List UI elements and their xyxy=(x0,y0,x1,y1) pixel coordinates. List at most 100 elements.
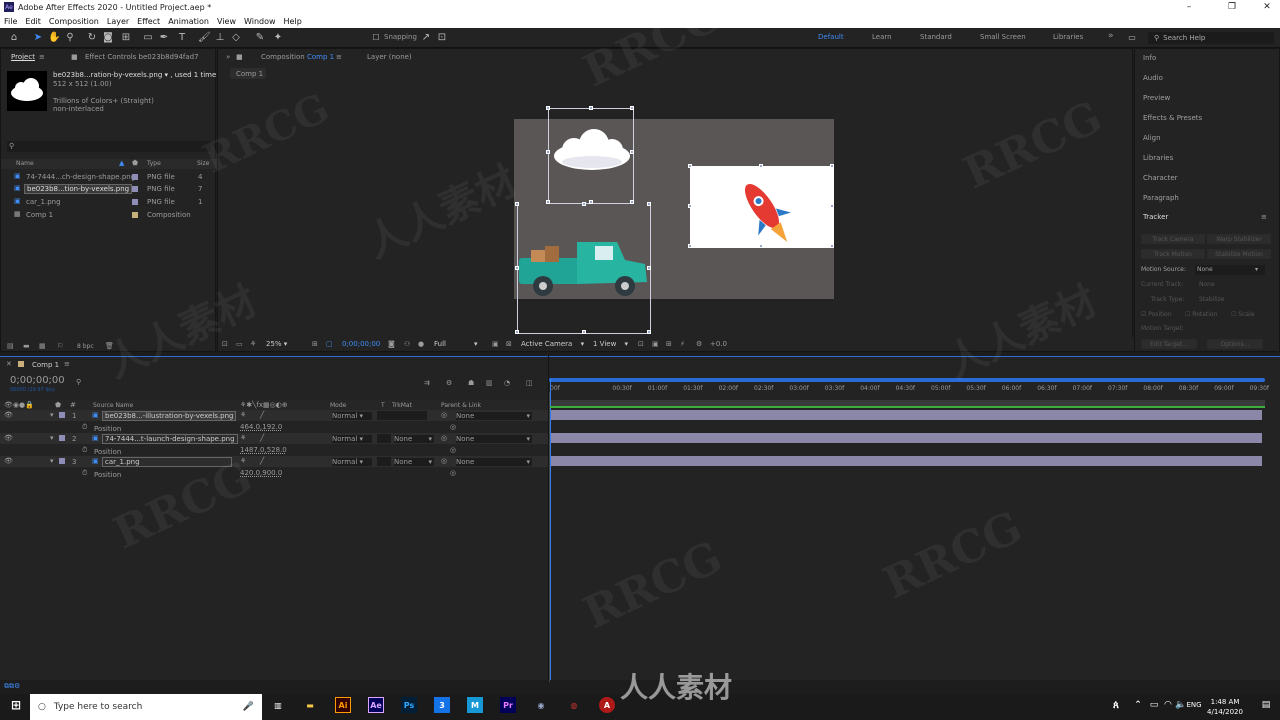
list-item[interactable]: ▣ car_1.png PNG file 1 xyxy=(1,196,217,208)
panel-preview[interactable]: Preview xyxy=(1143,94,1170,102)
maya-icon[interactable]: M xyxy=(467,697,483,713)
transform-handle[interactable] xyxy=(830,244,834,248)
taskbar-search-input[interactable]: ○ Type here to search 🎤 xyxy=(30,694,262,720)
menu-view[interactable]: View xyxy=(217,17,236,26)
tab-comp1[interactable]: Comp 1 xyxy=(32,361,59,369)
trkmat-select[interactable]: None ▾ xyxy=(394,458,434,466)
trkmat-select[interactable] xyxy=(377,411,427,420)
position-value[interactable]: 1487.0,528.0 xyxy=(240,446,287,454)
close-tab-icon[interactable]: ✕ xyxy=(6,360,12,368)
menu-animation[interactable]: Animation xyxy=(168,17,209,26)
timeline-search-icon[interactable]: ⚲ xyxy=(76,378,81,386)
warp-stabilizer-button[interactable]: Warp Stabilizer xyxy=(1207,234,1271,244)
microphone-icon[interactable]: 🎤 xyxy=(243,702,254,712)
transform-handle[interactable] xyxy=(688,204,692,208)
people-icon[interactable]: ጰ xyxy=(1108,697,1124,713)
source-name-header[interactable]: Source Name xyxy=(93,402,133,409)
column-name[interactable]: Name xyxy=(16,160,34,167)
puppet-tool-icon[interactable]: ✦ xyxy=(272,31,284,44)
pan-behind-tool-icon[interactable]: ⊞ xyxy=(120,31,132,44)
workspace-toggle-icon[interactable]: ▭ xyxy=(1126,31,1138,44)
zoom-tool-icon[interactable]: ⚲ xyxy=(64,31,76,44)
mask-icon[interactable]: ⚘ xyxy=(250,340,256,348)
rectangle-tool-icon[interactable]: ▭ xyxy=(142,31,154,44)
timeline-layer-row[interactable]: 👁 ▾ 2 ▣ 74-7444...t-launch-design-shape.… xyxy=(0,433,548,444)
transform-handle[interactable] xyxy=(688,164,692,168)
tracker-menu-icon[interactable]: ≡ xyxy=(1261,213,1267,221)
rocket-image[interactable] xyxy=(690,166,834,248)
clock[interactable]: 1:48 AM 4/14/2020 xyxy=(1200,697,1250,719)
menu-composition[interactable]: Composition xyxy=(49,17,99,26)
motion-source-select[interactable]: None ▾ xyxy=(1195,265,1265,275)
transform-handle[interactable] xyxy=(546,200,550,204)
transform-handle[interactable] xyxy=(688,244,692,248)
layer-duration-bar[interactable] xyxy=(551,456,1262,466)
expression-pickwhip-icon[interactable]: ◎ xyxy=(450,423,456,431)
label-swatch[interactable] xyxy=(59,412,65,418)
snap-options-icon[interactable]: ↗ xyxy=(420,31,432,44)
roi-icon[interactable]: ▣ xyxy=(492,340,499,348)
shy-switch-icon[interactable]: ⚘ xyxy=(240,434,246,442)
chrome-icon[interactable]: ◍ xyxy=(566,697,582,713)
roto-brush-tool-icon[interactable]: ✎ xyxy=(254,31,266,44)
workspace-small-screen[interactable]: Small Screen xyxy=(980,33,1026,41)
search-help-input[interactable]: ⚲ Search Help xyxy=(1148,32,1274,44)
transform-handle[interactable] xyxy=(630,150,634,154)
acrobat-icon[interactable]: A xyxy=(599,697,615,713)
file-explorer-icon[interactable]: ▬ xyxy=(302,697,318,713)
type-tool-icon[interactable]: T xyxy=(176,31,188,44)
clone-stamp-tool-icon[interactable]: ⊥ xyxy=(214,31,226,44)
snapping-checkbox-icon[interactable]: ☐ xyxy=(370,31,382,44)
panel-menu-icon[interactable]: » xyxy=(226,53,230,61)
camera-tool-icon[interactable]: ◙ xyxy=(102,31,114,44)
tab-layer[interactable]: Layer (none) xyxy=(367,53,412,61)
options-button[interactable]: Options... xyxy=(1207,339,1263,349)
task-view-icon[interactable]: ▥ xyxy=(270,697,286,713)
position-checkbox[interactable]: ☑ Position xyxy=(1141,311,1172,318)
visibility-icon[interactable]: 👁 xyxy=(4,434,13,442)
effect-controls-lock-icon[interactable]: ■ xyxy=(71,53,78,61)
chevron-down-icon[interactable]: ▾ xyxy=(50,434,54,442)
track-type-value[interactable]: Stabilize xyxy=(1199,296,1225,303)
menu-edit[interactable]: Edit xyxy=(25,17,41,26)
menu-effect[interactable]: Effect xyxy=(137,17,160,26)
notifications-icon[interactable]: ▤ xyxy=(1258,697,1274,713)
cloud-icon[interactable] xyxy=(550,128,634,174)
timeline-timecode[interactable]: 0;00;00;00 xyxy=(10,375,65,386)
photoshop-icon[interactable]: Ps xyxy=(401,697,417,713)
flowchart-view-icon[interactable]: ⊞ xyxy=(666,340,672,348)
magnification-icon[interactable]: ⊡ xyxy=(222,340,228,348)
tab-effect-controls[interactable]: Effect Controls be023b8d94fad7 xyxy=(85,53,199,61)
quality-switch-icon[interactable]: ╱ xyxy=(260,457,264,465)
panel-audio[interactable]: Audio xyxy=(1143,74,1163,82)
3d-view-icon[interactable]: ▣ xyxy=(652,340,659,348)
rotate-tool-icon[interactable]: ↻ xyxy=(86,31,98,44)
maximize-icon[interactable]: ❐ xyxy=(1219,0,1245,14)
bpc-label[interactable]: 8 bpc xyxy=(77,343,94,350)
resolution-icon[interactable]: ▭ xyxy=(236,340,243,348)
layer-name[interactable]: 74-7444...t-launch-design-shape.png xyxy=(102,434,238,444)
3ds-icon[interactable]: 3 xyxy=(434,697,450,713)
parent-select[interactable]: None ▾ xyxy=(456,412,532,420)
home-icon[interactable]: ⌂ xyxy=(8,31,20,44)
current-time-indicator[interactable] xyxy=(550,378,551,680)
panel-splitter[interactable] xyxy=(548,356,549,680)
illustrator-icon[interactable]: Ai xyxy=(335,697,351,713)
expression-pickwhip-icon[interactable]: ◎ xyxy=(450,446,456,454)
work-area-bar[interactable] xyxy=(549,378,1265,382)
chevron-up-icon[interactable]: ⌃ xyxy=(1130,697,1146,713)
timeline-menu-icon[interactable]: ≡ xyxy=(64,360,70,368)
hand-tool-icon[interactable]: ✋ xyxy=(48,31,60,44)
position-value[interactable]: 420.0,900.0 xyxy=(240,469,282,477)
transform-handle[interactable] xyxy=(647,266,651,270)
layer-duration-bar[interactable] xyxy=(551,433,1262,443)
grid-icon[interactable]: ⊞ xyxy=(312,340,318,348)
expression-pickwhip-icon[interactable]: ◎ xyxy=(450,469,456,477)
mode-select[interactable]: Normal ▾ xyxy=(332,412,372,420)
project-search-input[interactable]: ⚲ xyxy=(7,141,211,152)
menu-layer[interactable]: Layer xyxy=(107,17,129,26)
timeline-layer-row[interactable]: 👁 ▾ 1 ▣ be023b8...-illustration-by-vexel… xyxy=(0,410,548,421)
zoom-dropdown[interactable]: 25% ▾ xyxy=(266,340,287,348)
menu-help[interactable]: Help xyxy=(284,17,302,26)
preserve-transparency-toggle[interactable] xyxy=(377,434,391,443)
